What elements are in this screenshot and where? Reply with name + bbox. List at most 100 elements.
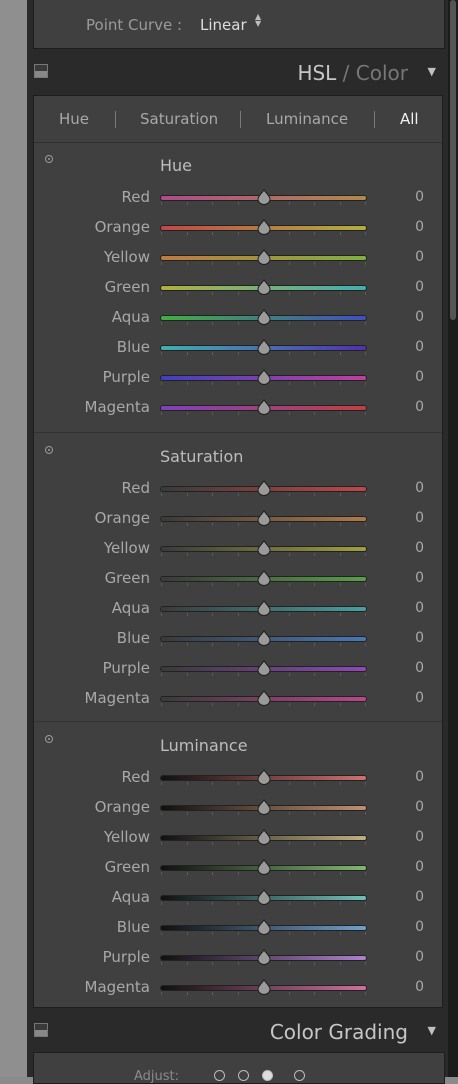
- slider-value[interactable]: 0: [408, 510, 424, 526]
- tab-all[interactable]: All: [400, 110, 419, 128]
- target-adjust-icon[interactable]: [45, 446, 53, 454]
- slider-value[interactable]: 0: [408, 769, 424, 785]
- point-curve-select[interactable]: Linear: [200, 16, 247, 34]
- slider-value[interactable]: 0: [408, 949, 424, 965]
- slider-thumb[interactable]: [256, 510, 271, 526]
- hsl-panel-header[interactable]: HSL / Color ▼: [27, 55, 448, 93]
- tick-mark: [186, 992, 188, 995]
- slider-thumb[interactable]: [256, 859, 271, 875]
- saturation-slider-row: Yellow 0: [34, 534, 442, 564]
- tick-mark: [161, 673, 162, 676]
- tick-mark: [237, 842, 239, 845]
- slider-thumb[interactable]: [256, 279, 271, 295]
- slider-thumb[interactable]: [256, 540, 271, 556]
- tick-mark: [237, 202, 239, 205]
- hsl-panel-title[interactable]: HSL / Color: [297, 61, 408, 85]
- tick-mark: [212, 782, 213, 785]
- color-grading-title[interactable]: Color Grading: [270, 1020, 408, 1044]
- luminance-slider-row: Blue 0: [34, 913, 442, 943]
- select-arrows-icon[interactable]: ▲ ▼: [255, 13, 261, 28]
- slider-thumb[interactable]: [256, 309, 271, 325]
- tick-mark: [288, 382, 290, 385]
- scrollbar-thumb[interactable]: [450, 0, 456, 320]
- tick-mark: [288, 673, 290, 676]
- slider-value[interactable]: 0: [408, 630, 424, 646]
- color-title-label[interactable]: Color: [356, 61, 408, 85]
- tick-mark: [237, 412, 239, 415]
- hsl-title-label[interactable]: HSL: [297, 61, 336, 85]
- tab-saturation[interactable]: Saturation: [140, 110, 218, 128]
- tick-mark: [339, 902, 341, 905]
- slider-thumb[interactable]: [256, 949, 271, 965]
- slider-thumb[interactable]: [256, 399, 271, 415]
- slider-value[interactable]: 0: [408, 600, 424, 616]
- view-midtones-icon[interactable]: [262, 1070, 273, 1081]
- tick-mark: [339, 643, 341, 646]
- panel-enable-switch[interactable]: [34, 1023, 48, 1037]
- tick-mark: [314, 382, 315, 385]
- target-adjust-icon[interactable]: [45, 155, 53, 163]
- slider-thumb[interactable]: [256, 979, 271, 995]
- slider-thumb[interactable]: [256, 690, 271, 706]
- slider-value[interactable]: 0: [408, 399, 424, 415]
- tick-mark: [186, 262, 188, 265]
- tick-mark: [237, 673, 239, 676]
- slider-thumb[interactable]: [256, 189, 271, 205]
- slider-value[interactable]: 0: [408, 829, 424, 845]
- slider-value[interactable]: 0: [408, 219, 424, 235]
- hue-slider-row: Magenta 0: [34, 393, 442, 423]
- triangle-down-icon[interactable]: ▼: [428, 1024, 436, 1037]
- slider-value[interactable]: 0: [408, 570, 424, 586]
- slider-label: Orange: [94, 798, 150, 816]
- tab-luminance[interactable]: Luminance: [266, 110, 348, 128]
- slider-thumb[interactable]: [256, 630, 271, 646]
- slider-value[interactable]: 0: [408, 690, 424, 706]
- slider-value[interactable]: 0: [408, 889, 424, 905]
- slider-thumb[interactable]: [256, 919, 271, 935]
- slider-value[interactable]: 0: [408, 859, 424, 875]
- slider-value[interactable]: 0: [408, 660, 424, 676]
- triangle-down-icon[interactable]: ▼: [428, 65, 436, 78]
- slider-value[interactable]: 0: [408, 309, 424, 325]
- target-adjust-icon[interactable]: [45, 735, 53, 743]
- slider-thumb[interactable]: [256, 799, 271, 815]
- slider-value[interactable]: 0: [408, 480, 424, 496]
- color-grading-panel-header[interactable]: Color Grading ▼: [27, 1014, 448, 1052]
- hue-slider-row: Orange 0: [34, 213, 442, 243]
- slider-thumb[interactable]: [256, 889, 271, 905]
- slider-thumb[interactable]: [256, 480, 271, 496]
- slider-value[interactable]: 0: [408, 919, 424, 935]
- slider-value[interactable]: 0: [408, 279, 424, 295]
- slider-value[interactable]: 0: [408, 249, 424, 265]
- slider-thumb[interactable]: [256, 570, 271, 586]
- slider-thumb[interactable]: [256, 369, 271, 385]
- slider-thumb[interactable]: [256, 769, 271, 785]
- tick-mark: [237, 613, 239, 616]
- hue-slider-row: Blue 0: [34, 333, 442, 363]
- slider-thumb[interactable]: [256, 339, 271, 355]
- panel-scrollbar[interactable]: [448, 0, 458, 1077]
- luminance-slider-row: Red 0: [34, 763, 442, 793]
- slider-value[interactable]: 0: [408, 979, 424, 995]
- slider-thumb[interactable]: [256, 219, 271, 235]
- view-shadows-icon[interactable]: [238, 1070, 249, 1081]
- tick-mark: [237, 352, 239, 355]
- tick-mark: [161, 382, 162, 385]
- slider-value[interactable]: 0: [408, 189, 424, 205]
- slider-thumb[interactable]: [256, 249, 271, 265]
- tick-mark: [365, 583, 366, 586]
- slider-value[interactable]: 0: [408, 799, 424, 815]
- slider-thumb[interactable]: [256, 660, 271, 676]
- slider-thumb[interactable]: [256, 600, 271, 616]
- slider-thumb[interactable]: [256, 829, 271, 845]
- slider-value[interactable]: 0: [408, 339, 424, 355]
- slider-value[interactable]: 0: [408, 369, 424, 385]
- saturation-slider-row: Aqua 0: [34, 594, 442, 624]
- slider-label: Magenta: [84, 689, 150, 707]
- slider-value[interactable]: 0: [408, 540, 424, 556]
- tab-hue[interactable]: Hue: [59, 110, 89, 128]
- panel-enable-switch[interactable]: [34, 64, 48, 78]
- view-3way-icon[interactable]: [214, 1070, 225, 1081]
- tick-mark: [339, 613, 341, 616]
- view-highlights-icon[interactable]: [294, 1070, 305, 1081]
